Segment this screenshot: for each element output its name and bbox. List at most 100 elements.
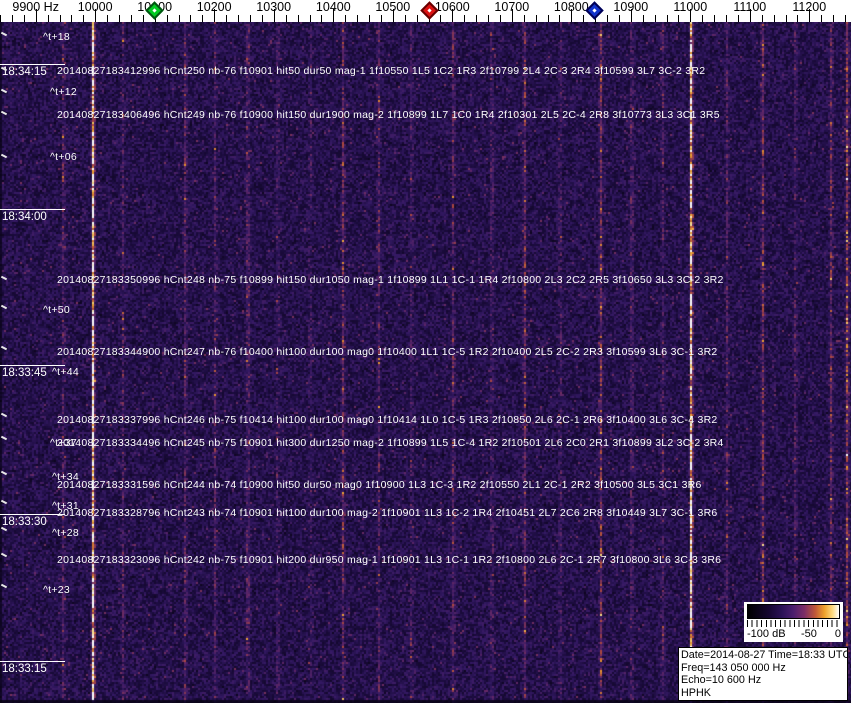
info-box: Date=2014-08-27 Time=18:33 UTC Freq=143 … (678, 647, 848, 702)
frequency-ruler: 9900 Hz100001010010200103001040010500106… (0, 0, 851, 22)
freq-minor-tick (0, 15, 1, 22)
detection-event-line: 20140827183331596 hCnt244 nb-74 f10900 h… (57, 479, 702, 491)
colorbar-legend: -100 dB -50 0 (744, 602, 843, 642)
info-date-time: Date=2014-08-27 Time=18:33 UTC (681, 649, 848, 661)
freq-label: 10400 (315, 0, 351, 14)
freq-minor-tick (785, 15, 787, 22)
freq-minor-tick (357, 15, 359, 22)
freq-minor-tick (238, 15, 239, 22)
freq-minor-tick (499, 15, 501, 22)
freq-minor-tick (642, 15, 644, 22)
freq-minor-tick (488, 15, 489, 22)
freq-minor-tick (190, 15, 192, 22)
detection-event-line: 20140827183412996 hCnt250 nb-76 f10901 h… (57, 65, 706, 77)
freq-minor-tick (369, 15, 370, 22)
freq-minor-tick (226, 15, 228, 22)
detection-event-line: 20140827183328796 hCnt243 nb-74 f10901 h… (57, 507, 718, 519)
freq-minor-tick (71, 15, 73, 22)
colorbar-labels: -100 dB -50 0 (744, 628, 843, 641)
detection-event-line: 20140827183337996 hCnt246 nb-75 f10414 h… (57, 414, 718, 426)
freq-minor-tick (476, 15, 478, 22)
freq-minor-tick (261, 15, 263, 22)
freq-minor-tick (297, 15, 299, 22)
freq-minor-tick (309, 15, 311, 22)
freq-minor-tick (523, 15, 525, 22)
time-label: 18:33:15 (0, 661, 65, 675)
freq-minor-tick (416, 15, 418, 22)
freq-minor-tick (404, 15, 406, 22)
freq-minor-tick (833, 15, 835, 22)
freq-minor-tick (666, 15, 668, 22)
freq-minor-tick (47, 15, 49, 22)
freq-minor-tick (107, 15, 109, 22)
time-offset-mark: ^t+06 (50, 151, 77, 163)
spectrogram-canvas[interactable] (0, 22, 851, 703)
time-label: 18:33:45 (0, 365, 65, 379)
freq-minor-tick (678, 15, 680, 22)
info-station-id: HPHK (681, 686, 711, 699)
freq-minor-tick (83, 15, 85, 22)
time-offset-mark: ^t+23 (43, 584, 70, 596)
freq-label: 10600 (434, 0, 470, 14)
time-offset-mark: ^t+12 (50, 86, 77, 98)
freq-minor-tick (535, 15, 537, 22)
freq-label: 10200 (196, 0, 232, 14)
freq-minor-tick (726, 15, 727, 22)
colorbar-label-max: 0 (834, 628, 841, 640)
freq-minor-tick (702, 15, 704, 22)
freq-minor-tick (202, 15, 204, 22)
freq-minor-tick (797, 15, 799, 22)
freq-minor-tick (321, 15, 323, 22)
freq-minor-tick (559, 15, 561, 22)
freq-minor-tick (119, 15, 120, 22)
freq-minor-tick (23, 15, 25, 22)
info-frequency: Freq=143 050 000 Hz (681, 661, 786, 674)
time-label: 18:34:15 (0, 64, 65, 78)
freq-label: 11000 (673, 0, 708, 14)
freq-minor-tick (821, 15, 823, 22)
freq-minor-tick (166, 15, 168, 22)
freq-label: 11200 (792, 0, 827, 14)
freq-minor-tick (607, 15, 608, 22)
freq-minor-tick (737, 15, 739, 22)
time-label: 18:34:00 (0, 209, 65, 223)
freq-minor-tick (654, 15, 656, 22)
freq-minor-tick (845, 15, 846, 22)
freq-label: 10800 (553, 0, 589, 14)
info-echo: Echo=10 600 Hz (681, 674, 762, 687)
freq-minor-tick (380, 15, 382, 22)
colorbar-label-mid: -50 (801, 628, 817, 640)
freq-minor-tick (618, 15, 620, 22)
detection-event-line: 20140827183323096 hCnt242 nb-75 f10901 h… (57, 554, 722, 566)
freq-minor-tick (178, 15, 180, 22)
freq-minor-tick (440, 15, 442, 22)
freq-minor-tick (59, 15, 61, 22)
time-label: 18:33:30 (0, 514, 65, 528)
time-offset-mark: ^t+18 (43, 31, 70, 43)
freq-minor-tick (714, 15, 716, 22)
colorbar-gradient (747, 604, 840, 619)
freq-minor-tick (547, 15, 549, 22)
freq-minor-tick (11, 15, 13, 22)
freq-minor-tick (142, 15, 144, 22)
time-offset-mark: ^t+28 (52, 527, 79, 539)
freq-minor-tick (285, 15, 287, 22)
freq-minor-tick (464, 15, 466, 22)
freq-minor-tick (583, 15, 585, 22)
freq-minor-tick (345, 15, 347, 22)
colorbar-label-min: -100 dB (747, 628, 786, 640)
freq-minor-tick (249, 15, 251, 22)
freq-minor-tick (773, 15, 775, 22)
freq-label: 11100 (733, 0, 767, 14)
freq-label: 10000 (77, 0, 113, 14)
freq-label: 10700 (494, 0, 530, 14)
spectrogram-app-window: 9900 Hz100001010010200103001040010500106… (0, 0, 851, 703)
freq-label: 10900 (613, 0, 649, 14)
freq-label: 10300 (256, 0, 292, 14)
time-offset-mark: ^t+50 (43, 304, 70, 316)
freq-minor-tick (761, 15, 763, 22)
detection-event-line: 20140827183406496 hCnt249 nb-76 f10900 h… (57, 109, 720, 121)
colorbar-ticks (747, 620, 840, 627)
detection-event-line: 20140827183350996 hCnt248 nb-75 f10899 h… (57, 274, 724, 286)
freq-minor-tick (130, 15, 132, 22)
